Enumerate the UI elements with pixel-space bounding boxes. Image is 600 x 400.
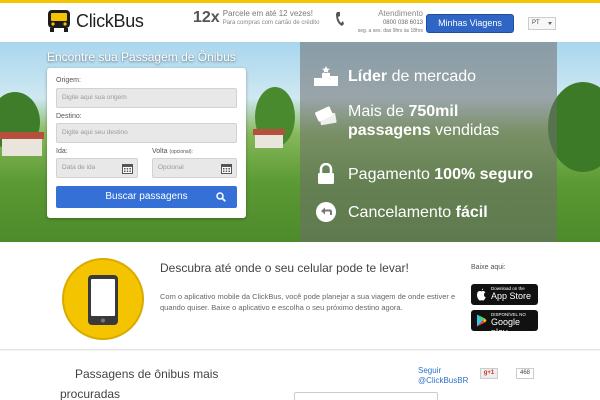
chevron-down-icon [548,22,552,25]
feature-market-leader: Líder de mercado [314,64,476,88]
promo-headline: Parcele em até 12 vezes! [222,9,313,18]
mobile-app-section: Descubra até onde o seu celular pode te … [0,242,600,350]
departure-date-input[interactable]: Data de ida [56,158,138,178]
popular-title: Passagens de ônibus mais procuradas [60,367,219,400]
return-label: Volta (opcional): [152,148,193,155]
departure-placeholder: Data de ida [62,164,96,171]
phone-icon [336,12,344,26]
clickbus-logo[interactable]: ClickBus [46,9,144,33]
gplus-count: 468 [516,368,534,379]
support-phone: 0800 038 6013 [382,20,423,26]
my-trips-button[interactable]: Minhas Viagens [426,14,514,33]
logo-text: ClickBus [76,10,144,31]
return-placeholder: Opcional [158,164,184,171]
background-roof [0,132,44,139]
app-section-title: Descubra até onde o seu celular pode te … [160,261,409,275]
calendar-icon[interactable] [122,163,133,174]
podium-icon [314,66,338,86]
feature-secure-payment: Pagamento 100% seguro [314,162,533,186]
bus-logo-icon [48,10,70,32]
calendar-icon[interactable] [221,163,232,174]
installment-promo: 12x Parcele em até 12 vezes! Para compra… [193,9,319,28]
background-house [255,134,283,148]
gplus-button[interactable]: g+1 [480,368,498,379]
feature-text: Líder de mercado [348,67,477,85]
support-hours: seg. a sex. das 9hrs às 18hrs [357,28,423,34]
origin-label: Origem: [56,77,81,84]
customer-support: Atendimento 0800 038 6013 seg. a sex. da… [335,9,423,37]
language-value: PT [532,20,540,26]
promo-installments: 12x [193,9,220,26]
apple-icon [477,288,486,301]
departure-label: Ida: [56,148,68,155]
download-label: Baixe aqui: [471,264,506,271]
lock-icon [318,163,334,184]
feature-text: Pagamento 100% seguro [348,165,533,183]
google-play-icon [477,314,487,327]
support-title: Atendimento [378,9,423,18]
destination-input[interactable]: Digite aqui seu destino [56,123,237,143]
partial-widget [294,392,438,400]
app-section-description: Com o aplicativo mobile da ClickBus, voc… [160,292,456,312]
language-select[interactable]: PT [528,17,556,30]
hero-banner: Encontre sua Passagem de Ônibus Origem: … [0,42,600,242]
search-icon [216,192,226,202]
app-store-badge[interactable]: Download on the App Store [471,284,538,305]
background-house [2,138,42,156]
feature-easy-cancel: Cancelamento fácil [314,200,488,224]
popular-section: Passagens de ônibus mais procuradas Segu… [0,351,600,400]
search-title: Encontre sua Passagem de Ônibus [47,50,236,64]
feature-text: Mais de 750mil passagens vendidas [348,103,500,139]
googleplay-big-text: Google play [491,317,521,337]
phone-circle [62,258,144,340]
feature-text: Cancelamento fácil [348,203,488,221]
features-panel: Líder de mercado Mais de 750mil passagen… [300,42,557,242]
search-form: Origem: Digite aqui sua origem Destino: … [47,68,246,218]
destination-label: Destino: [56,113,82,120]
twitter-follow-link[interactable]: Seguir @ClickBusBR [418,366,468,386]
site-header: ClickBus 12x Parcele em até 12 vezes! Pa… [0,0,600,42]
google-play-badge[interactable]: DISPONÍVEL NO Google play [471,310,538,337]
background-roof [253,129,285,135]
feature-tickets-sold: Mais de 750mil passagens vendidas [314,102,499,140]
search-button[interactable]: Buscar passagens [56,186,237,208]
search-button-label: Buscar passagens [105,191,188,202]
smartphone-icon [88,275,118,325]
origin-input[interactable]: Digite aqui sua origem [56,88,237,108]
appstore-big-text: App Store [491,291,532,301]
undo-icon [316,202,336,222]
return-date-input[interactable]: Opcional [152,158,237,178]
promo-subtext: Para compras com cartão de crédito [222,20,320,26]
tickets-icon [314,106,337,126]
